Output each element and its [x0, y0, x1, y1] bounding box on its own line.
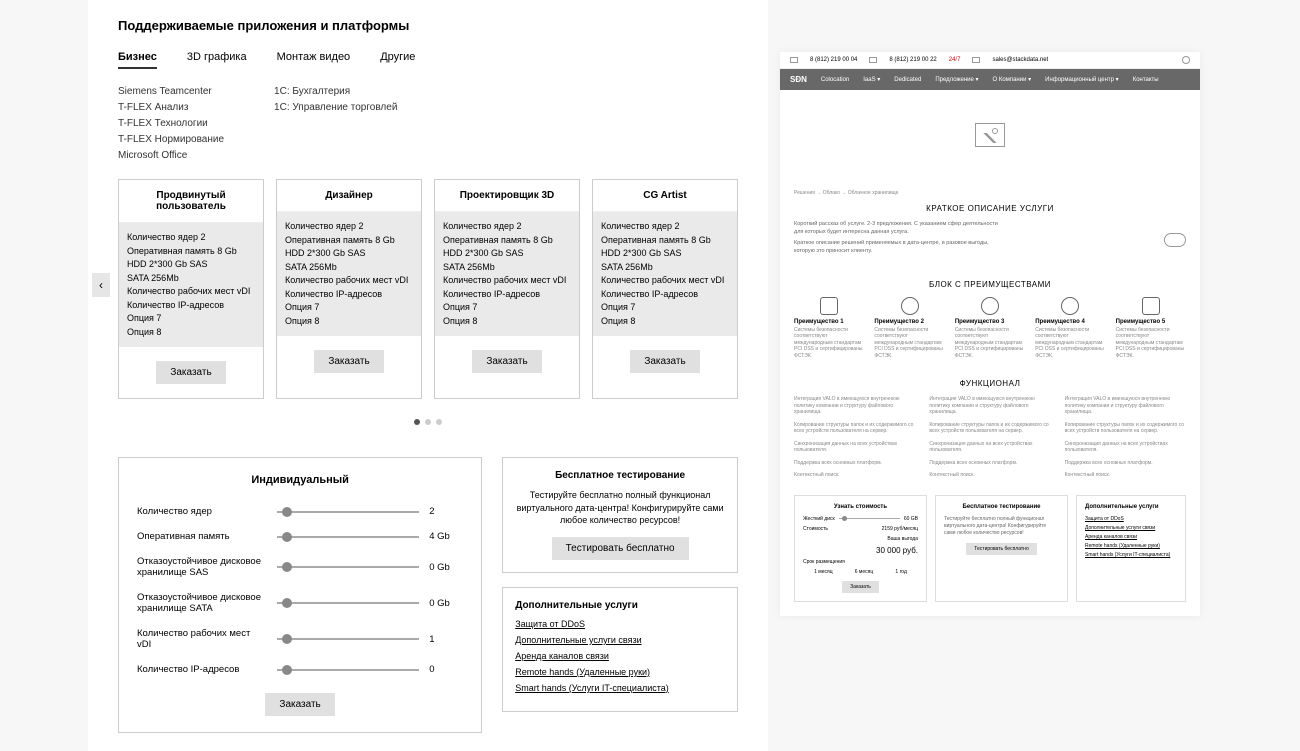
app-item: T-FLEX Технологии	[118, 118, 224, 129]
extra-link[interactable]: Защита от DDoS	[515, 619, 725, 629]
trial-button[interactable]: Тестировать бесплатно	[552, 537, 689, 560]
order-button[interactable]: Заказать	[842, 581, 879, 593]
trial-box: Бесплатное тестирование Тестируйте беспл…	[502, 457, 738, 573]
disk-slider[interactable]	[839, 518, 900, 519]
plan-card: CG Artist Количество ядер 2Оперативная п…	[592, 179, 738, 399]
extra-link[interactable]: Smart hands (Услуги IT-специалиста)	[515, 683, 725, 693]
mock-topbar: 8 (812) 219 00 04 8 (812) 219 00 22 24/7…	[780, 52, 1200, 69]
globe-icon	[981, 297, 999, 315]
card-specs: Количество ядер 2Оперативная память 8 Gb…	[435, 212, 579, 336]
tab-other[interactable]: Другие	[380, 47, 415, 69]
app-list: Siemens Teamcenter T-FLEX Анализ T-FLEX …	[118, 86, 738, 161]
mail-icon	[972, 57, 980, 63]
nav-item[interactable]: Информационный центр ▾	[1045, 76, 1119, 83]
cloud-icon	[1164, 233, 1186, 247]
server-icon	[820, 297, 838, 315]
extra-link[interactable]: Дополнительные услуги связи	[515, 635, 725, 645]
app-item: T-FLEX Анализ	[118, 102, 224, 113]
breadcrumb: Решения → Облако → Облачное хранилище	[794, 190, 1186, 196]
tab-video[interactable]: Монтаж видео	[277, 47, 351, 69]
nav-item[interactable]: Dedicated	[894, 77, 921, 83]
carousel-dots	[118, 419, 738, 425]
trial-box: Бесплатное тестирование Тестируйте беспл…	[935, 495, 1068, 602]
config-order-button[interactable]: Заказать	[265, 693, 334, 716]
dot[interactable]	[436, 419, 442, 425]
plan-card: Проектировщик 3D Количество ядер 2Операт…	[434, 179, 580, 399]
extra-link[interactable]: Remote hands (Удаленные руки)	[515, 667, 725, 677]
vdi-slider[interactable]	[277, 638, 419, 640]
card-title: Проектировщик 3D	[435, 180, 579, 212]
logo[interactable]: SĐN	[790, 75, 807, 84]
nav-item[interactable]: О Компании ▾	[993, 76, 1032, 83]
app-item: 1С: Бухгалтерия	[274, 86, 397, 97]
order-button[interactable]: Заказать	[156, 361, 225, 384]
app-item: Microsoft Office	[118, 150, 224, 161]
app-item: Siemens Teamcenter	[118, 86, 224, 97]
plan-card: Продвинутый пользователь Количество ядер…	[118, 179, 264, 399]
cards-row: ‹ Продвинутый пользователь Количество яд…	[118, 179, 738, 399]
hero	[780, 90, 1200, 180]
trial-button[interactable]: Тестировать бесплатно	[966, 543, 1036, 555]
phone-icon	[869, 57, 877, 63]
card-title: Дизайнер	[277, 180, 421, 212]
order-button[interactable]: Заказать	[314, 350, 383, 373]
extra-link[interactable]: Remote hands (Удаленные руки)	[1085, 543, 1177, 549]
ip-slider[interactable]	[277, 669, 419, 671]
mock-nav: SĐN Colocation IaaS ▾ Dedicated Предложе…	[780, 69, 1200, 90]
extra-link[interactable]: Защита от DDoS	[1085, 516, 1177, 522]
section-heading: ФУНКЦИОНАЛ	[794, 379, 1186, 388]
phone-icon	[790, 57, 798, 63]
nav-item[interactable]: Контакты	[1133, 77, 1159, 83]
extra-link[interactable]: Аренда каналов связи	[1085, 534, 1177, 540]
network-icon	[1142, 297, 1160, 315]
dot[interactable]	[425, 419, 431, 425]
cores-slider[interactable]	[277, 511, 419, 513]
card-specs: Количество ядер 2Оперативная память 8 Gb…	[593, 212, 737, 336]
card-specs: Количество ядер 2Оперативная память 8 Gb…	[119, 223, 263, 347]
plan-card: Дизайнер Количество ядер 2Оперативная па…	[276, 179, 422, 399]
preview-mockup: 8 (812) 219 00 04 8 (812) 219 00 22 24/7…	[780, 52, 1200, 616]
card-specs: Количество ядер 2Оперативная память 8 Gb…	[277, 212, 421, 336]
carousel-prev[interactable]: ‹	[92, 273, 110, 297]
custom-config: Индивидуальный Количество ядер2 Оператив…	[118, 457, 482, 733]
lock-icon	[1061, 297, 1079, 315]
extras-box: Дополнительные услуги Защита от DDoS Доп…	[1076, 495, 1186, 602]
tabs: Бизнес 3D графика Монтаж видео Другие	[118, 47, 738, 70]
extra-link[interactable]: Smart hands (Услуги IT-специалиста)	[1085, 552, 1177, 558]
card-title: Продвинутый пользователь	[119, 180, 263, 223]
order-button[interactable]: Заказать	[630, 350, 699, 373]
extra-link[interactable]: Аренда каналов связи	[515, 651, 725, 661]
card-title: CG Artist	[593, 180, 737, 212]
config-title: Индивидуальный	[137, 474, 463, 486]
app-item: 1С: Управление торговлей	[274, 102, 397, 113]
ram-slider[interactable]	[277, 536, 419, 538]
extras-box: Дополнительные услуги Защита от DDoS Доп…	[502, 587, 738, 712]
nav-item[interactable]: Предложение ▾	[935, 76, 978, 83]
cost-box: Узнать стоимость Жесткий диск60 GB Стоим…	[794, 495, 927, 602]
tab-business[interactable]: Бизнес	[118, 47, 157, 69]
section-heading: КРАТКОЕ ОПИСАНИЕ УСЛУГИ	[794, 204, 1186, 213]
gear-icon	[901, 297, 919, 315]
sas-slider[interactable]	[277, 566, 419, 568]
main-panel: Поддерживаемые приложения и платформы Би…	[88, 0, 768, 751]
extra-link[interactable]: Дополнительные услуги связи	[1085, 525, 1177, 531]
tab-3d[interactable]: 3D графика	[187, 47, 247, 69]
order-button[interactable]: Заказать	[472, 350, 541, 373]
dot[interactable]	[414, 419, 420, 425]
search-icon[interactable]	[1182, 56, 1190, 64]
nav-item[interactable]: Colocation	[821, 77, 849, 83]
section-heading: БЛОК С ПРЕИМУЩЕСТВАМИ	[794, 280, 1186, 289]
image-placeholder-icon	[975, 123, 1005, 147]
sata-slider[interactable]	[277, 602, 419, 604]
page-title: Поддерживаемые приложения и платформы	[118, 18, 738, 33]
app-item: T-FLEX Нормирование	[118, 134, 224, 145]
nav-item[interactable]: IaaS ▾	[863, 76, 880, 83]
